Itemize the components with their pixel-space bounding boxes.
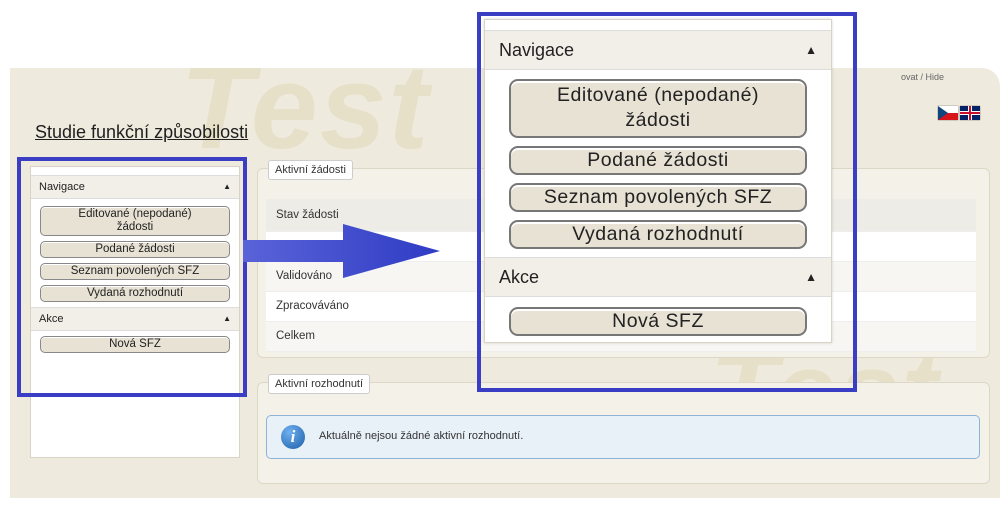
page-title: Studie funkční způsobilosti [35, 122, 249, 142]
cz-flag-icon[interactable] [938, 106, 958, 120]
language-switcher [938, 106, 986, 124]
info-icon: i [281, 425, 305, 449]
highlight-frame-small [17, 157, 247, 397]
hide-link[interactable]: ovat / Hide [901, 72, 944, 82]
highlight-frame-zoomed [477, 12, 857, 392]
info-message: i Aktuálně nejsou žádné aktivní rozhodnu… [266, 415, 980, 459]
tab-active-requests[interactable]: Aktivní žádosti [268, 160, 353, 180]
info-text: Aktuálně nejsou žádné aktivní rozhodnutí… [319, 430, 524, 442]
uk-flag-icon[interactable] [960, 106, 980, 120]
active-decisions-panel: i Aktuálně nejsou žádné aktivní rozhodnu… [257, 382, 990, 484]
tab-active-decisions[interactable]: Aktivní rozhodnutí [268, 374, 371, 394]
zoom-arrow-icon [243, 224, 440, 278]
